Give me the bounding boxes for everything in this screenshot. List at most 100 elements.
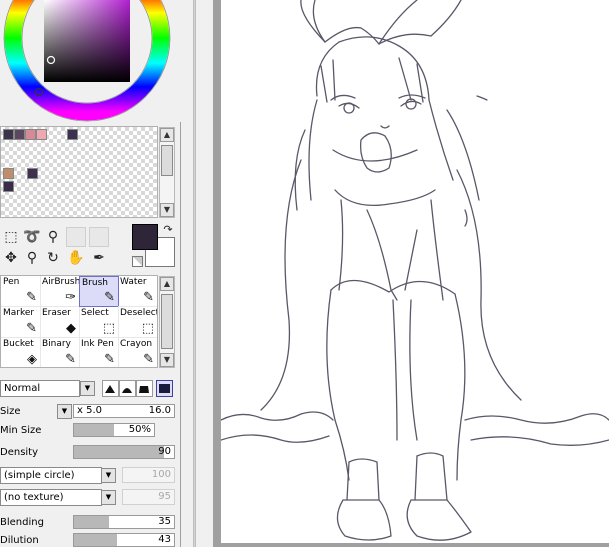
eraser-icon: ◆ (66, 321, 76, 336)
drawing-canvas[interactable] (221, 0, 609, 547)
brush-tool-label: Deselect (120, 308, 158, 318)
brush-tool-crayon[interactable]: Crayon ✎ (118, 338, 157, 367)
empty-tool-slot (89, 227, 109, 247)
size-multiplier-dropdown-button[interactable]: ▼ (57, 404, 72, 419)
brush-tool-airbrush[interactable]: AirBrush ✑ (40, 276, 80, 307)
scroll-thumb[interactable] (161, 294, 173, 349)
brush-shape-select[interactable]: (simple circle) (0, 467, 102, 484)
min-size-fill (74, 424, 114, 436)
min-size-label: Min Size (0, 425, 42, 436)
swatch[interactable] (27, 168, 38, 179)
swatch[interactable] (3, 181, 14, 192)
airbrush-icon: ✑ (65, 290, 76, 305)
transparent-color-icon[interactable] (132, 256, 143, 267)
brush-tool-deselect[interactable]: Deselect ⬚ (118, 307, 158, 338)
dilution-fill (74, 534, 117, 546)
brush-edge-hard-icon[interactable] (102, 380, 119, 397)
min-size-slider[interactable]: 50% (73, 423, 155, 437)
empty-tool-slot (66, 227, 86, 247)
lasso-icon[interactable]: ➰ (22, 227, 42, 247)
brush-tool-label: Marker (3, 308, 35, 318)
brush-tool-pen[interactable]: Pen ✎ (1, 276, 41, 307)
canvas-bottom-edge (221, 543, 609, 547)
size-bar[interactable]: x 5.0 16.0 (73, 404, 175, 418)
water-brush-icon: ✎ (143, 290, 154, 305)
swatch[interactable] (3, 129, 14, 140)
size-value: 16.0 (148, 405, 171, 416)
swap-colors-icon[interactable]: ↷ (160, 222, 176, 238)
swatch-scrollbar[interactable]: ▲ ▼ (159, 127, 175, 218)
splitter-handle[interactable] (193, 0, 196, 547)
dilution-value: 43 (158, 534, 171, 545)
brush-tool-label: Pen (3, 277, 20, 287)
brush-tool-label: Water (120, 277, 147, 287)
eyedropper-icon[interactable]: ✒ (89, 248, 109, 268)
brush-tool-ink-pen[interactable]: Ink Pen ✎ (79, 338, 119, 367)
canvas-gutter (213, 0, 221, 547)
brush-shape-strength: 100 (122, 467, 175, 483)
swatch[interactable] (67, 129, 78, 140)
scroll-thumb[interactable] (161, 145, 173, 176)
brush-edge-flat-icon[interactable] (156, 380, 173, 397)
brush-texture-select[interactable]: (no texture) (0, 489, 102, 506)
zoom-icon[interactable]: ⚲ (22, 248, 42, 268)
blending-fill (74, 516, 109, 528)
swatch[interactable] (25, 129, 36, 140)
swatch[interactable] (36, 129, 47, 140)
brush-tool-label: Binary (42, 339, 71, 349)
brush-tool-binary[interactable]: Binary ✎ (40, 338, 80, 367)
brush-tool-label: Ink Pen (81, 339, 114, 349)
brush-tool-label: AirBrush (42, 277, 81, 287)
dilution-slider[interactable]: 43 (73, 533, 175, 547)
scroll-down-button[interactable]: ▼ (160, 203, 174, 217)
size-multiplier: x 5.0 (77, 405, 102, 416)
blend-mode-dropdown-button[interactable]: ▼ (80, 381, 95, 396)
bucket-icon: ◈ (27, 352, 37, 367)
brush-tool-bucket[interactable]: Bucket ◈ (1, 338, 41, 367)
brush-tool-grid[interactable]: Pen ✎ AirBrush ✑ Brush ✎ Water ✎ Marker ✎ Eraser ◆ S… (0, 275, 158, 368)
brush-tool-marker[interactable]: Marker ✎ (1, 307, 41, 338)
brush-tool-label: Bucket (3, 339, 34, 349)
pen-icon: ✎ (26, 290, 37, 305)
brush-texture-dropdown-button[interactable]: ▼ (101, 490, 116, 505)
hand-icon[interactable]: ✋ (66, 248, 86, 268)
ink-pen-icon: ✎ (104, 352, 115, 367)
density-slider[interactable]: 90 (73, 445, 175, 459)
swatch[interactable] (14, 129, 25, 140)
brush-tool-water[interactable]: Water ✎ (118, 276, 157, 307)
swatch[interactable] (3, 168, 14, 179)
density-label: Density (0, 447, 39, 458)
scroll-up-button[interactable]: ▲ (160, 277, 174, 291)
foreground-color-front[interactable] (132, 224, 158, 250)
scroll-up-button[interactable]: ▲ (160, 128, 174, 142)
density-fill (74, 446, 164, 458)
brush-shape-dropdown-button[interactable]: ▼ (101, 468, 116, 483)
brush-tool-brush[interactable]: Brush ✎ (79, 276, 119, 307)
brush-tool-label: Crayon (120, 339, 153, 349)
blending-value: 35 (158, 516, 171, 527)
move-icon[interactable]: ✥ (1, 248, 21, 268)
rect-select-icon[interactable]: ⬚ (1, 227, 21, 247)
panel-splitter[interactable] (181, 0, 213, 547)
binary-pen-icon: ✎ (65, 352, 76, 367)
brush-tool-eraser[interactable]: Eraser ◆ (40, 307, 80, 338)
size-label: Size (0, 406, 21, 417)
brush-icon: ✎ (104, 290, 115, 305)
color-wheel[interactable] (0, 0, 181, 122)
brush-edge-soft-icon[interactable] (136, 380, 153, 397)
magic-wand-icon[interactable]: ⚲ (43, 227, 63, 247)
rotate-icon[interactable]: ↻ (43, 248, 63, 268)
crayon-icon: ✎ (143, 352, 154, 367)
brush-tool-select[interactable]: Select ⬚ (79, 307, 119, 338)
brush-tool-label: Brush (82, 278, 108, 288)
blending-slider[interactable]: 35 (73, 515, 175, 529)
density-value: 90 (158, 446, 171, 457)
min-size-value: 50% (128, 424, 151, 435)
brush-scrollbar[interactable]: ▲ ▼ (159, 276, 175, 368)
brush-tool-label: Select (81, 308, 109, 318)
scroll-down-button[interactable]: ▼ (160, 353, 174, 367)
brush-texture-strength: 95 (122, 489, 175, 505)
brush-edge-medium-icon[interactable] (119, 380, 136, 397)
color-swatch-grid[interactable] (0, 126, 158, 218)
blend-mode-select[interactable]: Normal (0, 380, 80, 397)
